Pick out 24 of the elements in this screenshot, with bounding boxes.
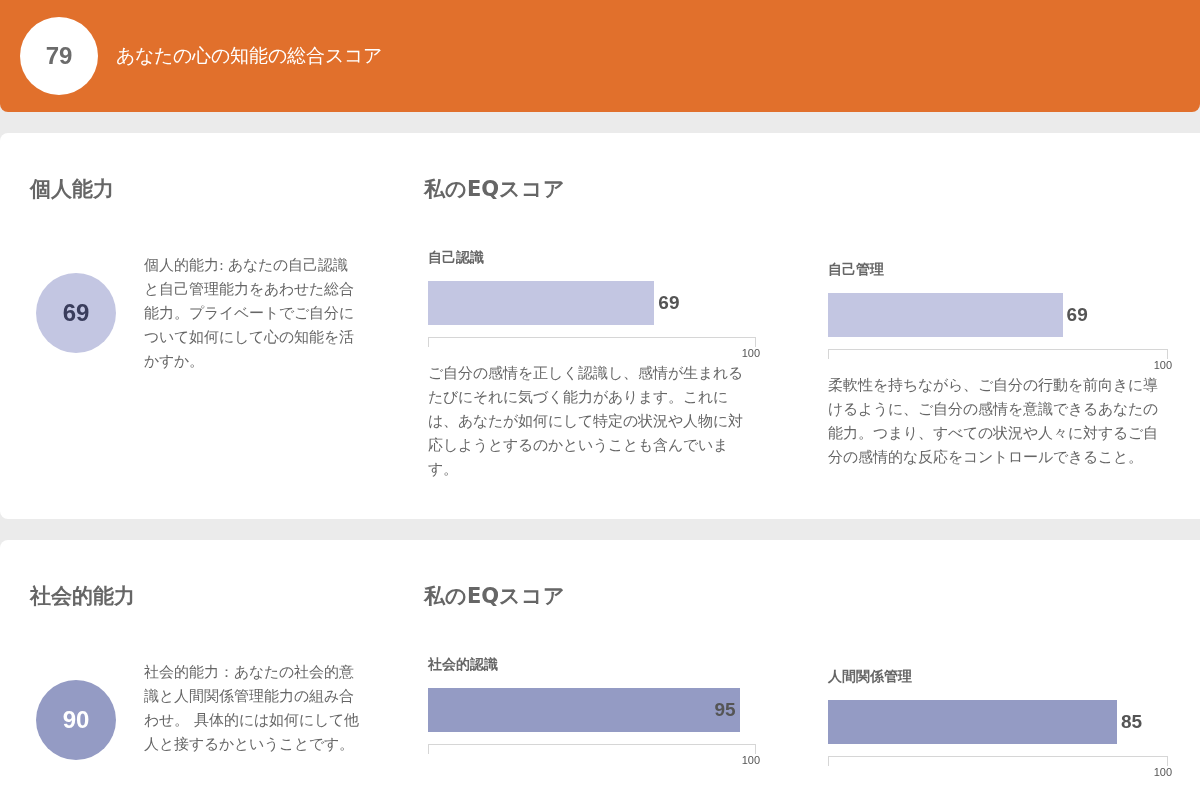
metric-value: 69 [1066, 304, 1088, 326]
section-title: 社会的能力 [30, 583, 136, 610]
scale-max-label: 100 [741, 347, 760, 359]
eq-heading: 私のEQスコア [424, 176, 567, 203]
section-title: 個人能力 [30, 176, 115, 203]
section-description: 社会的能力：あなたの社会的意識と人間関係管理能力の組み合わせ。 具体的には如何にして他人と接するかということです。 [144, 663, 360, 754]
metric-value: 69 [658, 292, 680, 314]
score-circle: 69 [36, 273, 116, 353]
section-description: 個人的能力: あなたの自己認識と自己管理能力をあわせた総合能力。プライベートでご自分について如何にして心の知能を活かすか。 [144, 256, 355, 371]
metric-description: ご自分の感情を正しく認識し、感情が生まれるたびにそれに気づく能力があります。これには、あなたが如何にして特定の状況や人物に対応しようとするのかということも含んでいます。 [428, 364, 744, 479]
metric-label: 自己認識 [428, 249, 485, 267]
scale-max-label: 100 [741, 754, 760, 766]
scale-max-label: 100 [1153, 766, 1172, 778]
metric-label: 社会的認識 [428, 656, 499, 674]
metric-description: 柔軟性を持ちながら、ご自分の行動を前向きに導けるように、ご自分の感情を意識できるあなたの能力。つまり、すべての状況や人々に対するご自分の感情的な反応をコントロールできること。 [828, 376, 1159, 467]
metric-value: 95 [714, 699, 736, 721]
header-title: あなたの心の知能の総合スコア [116, 43, 382, 68]
metric-label: 自己管理 [828, 261, 885, 279]
eq-heading: 私のEQスコア [424, 583, 567, 610]
metric-label: 人間関係管理 [828, 668, 913, 686]
total-score-circle: 79 [20, 17, 98, 95]
metric-value: 85 [1121, 711, 1143, 733]
scale-max-label: 100 [1153, 359, 1172, 371]
score-circle: 90 [36, 680, 116, 760]
